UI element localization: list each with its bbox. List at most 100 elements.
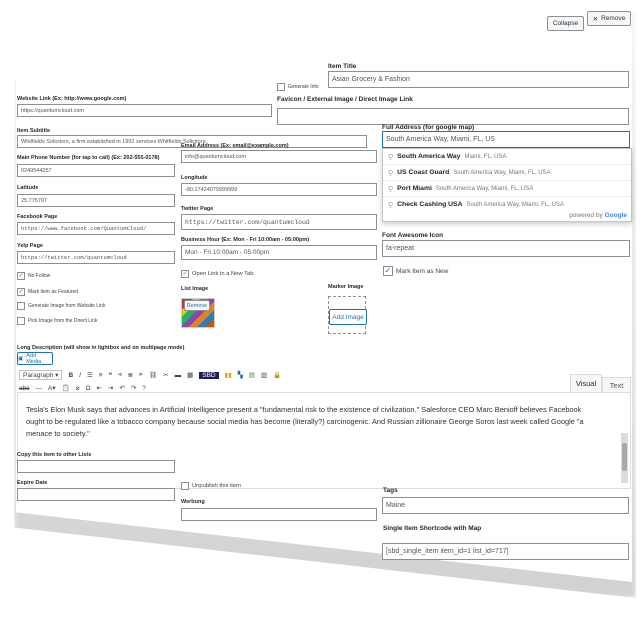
no-follow-label: No Follow xyxy=(28,273,51,279)
long-description-label: Long Description (will show in lightbox … xyxy=(17,345,185,351)
yelp-input[interactable]: https://twitter.com/quantumcloud xyxy=(17,251,175,264)
werbung-input[interactable] xyxy=(181,508,377,521)
website-link-input[interactable]: https://quantumcloud.com xyxy=(17,104,272,117)
main-phone-input[interactable]: 0249544257 xyxy=(17,164,175,177)
more-tag-icon[interactable]: ▬ xyxy=(175,372,182,379)
autocomplete-item[interactable]: ⚲ South America Way Miami, FL, USA xyxy=(383,149,631,165)
email-input[interactable]: info@quantumcloud.com xyxy=(181,150,377,163)
full-address-label: Full Address (for google map) xyxy=(382,124,475,131)
indent-icon[interactable]: ⇥ xyxy=(108,384,113,392)
twitter-input[interactable]: https://twitter.com/quantumcloud xyxy=(181,214,377,230)
bold-icon[interactable]: B xyxy=(68,372,73,379)
media-icon: ▣ xyxy=(18,355,24,362)
check-icon: ✓ xyxy=(17,272,25,280)
favicon-input[interactable] xyxy=(277,108,629,125)
address-autocomplete-dropdown: ⚲ South America Way Miami, FL, USA ⚲ US … xyxy=(382,148,632,222)
close-icon: ✕ xyxy=(592,15,599,23)
main-phone-label: Main Phone Number (for tap to call) (Ex:… xyxy=(17,155,160,161)
remove-button[interactable]: ✕ Remove xyxy=(587,11,631,26)
editor-scrollbar[interactable] xyxy=(621,433,628,483)
undo-icon[interactable]: ↶ xyxy=(119,384,124,392)
add-media-button[interactable]: ▣ Add Media xyxy=(17,352,53,365)
gen-from-website-checkbox[interactable]: Generate Image from Website Link xyxy=(17,302,105,310)
outdent-icon[interactable]: ⇤ xyxy=(96,384,101,392)
scrollbar-thumb[interactable] xyxy=(622,443,627,471)
business-hour-input[interactable]: Mon - Fri 10:00am - 05:00pm xyxy=(181,245,377,260)
checkbox-box xyxy=(17,302,25,310)
strikethrough-icon[interactable]: abc xyxy=(19,385,29,392)
table-icon[interactable]: ▥ xyxy=(261,371,267,379)
expire-date-input[interactable] xyxy=(17,488,175,501)
map-pin-icon: ⚲ xyxy=(388,153,394,161)
tags-label: Tags xyxy=(383,487,398,494)
link-icon[interactable]: ⛓ xyxy=(149,371,157,379)
powered-by-google: powered by Google xyxy=(569,212,627,219)
copy-lists-input[interactable] xyxy=(17,460,175,473)
website-link-label: Website Link (Ex: http://www.google.com) xyxy=(17,96,127,102)
italic-icon[interactable]: I xyxy=(79,372,81,379)
item-title-input[interactable]: Asian Grocery & Fashion xyxy=(328,71,629,88)
shortcode-input[interactable]: [sbd_single_item item_id=1 list_id=717] xyxy=(382,543,629,560)
shortcode-icon[interactable]: SBD xyxy=(199,371,219,379)
lock-icon[interactable]: 🔒 xyxy=(273,371,281,379)
mark-new-checkbox[interactable]: ✓ Mark Item as New xyxy=(383,266,448,276)
collapse-button[interactable]: Collapse xyxy=(547,16,584,31)
layers-icon[interactable]: ▤ xyxy=(249,371,255,379)
add-image-button[interactable]: Add Image xyxy=(329,309,367,325)
list-image-remove-button[interactable]: Remove xyxy=(184,300,210,311)
editor-toolbar-row-1: Paragraph ▾ B I ☰ ≡ ❝ ⫷ ≣ ⫸ ⛓ ✂ ▬ ▦ SBD … xyxy=(19,370,281,380)
full-address-input[interactable]: South America Way, Miami, FL, US xyxy=(382,131,630,148)
mark-featured-checkbox[interactable]: ✓ Mark item as Featured xyxy=(17,288,78,296)
text-color-icon[interactable]: A▾ xyxy=(48,384,56,392)
no-follow-checkbox[interactable]: ✓ No Follow xyxy=(17,272,50,280)
open-new-tab-checkbox[interactable]: ✓ Open Link in a New Tab xyxy=(181,270,253,278)
align-right-icon[interactable]: ⫸ xyxy=(139,371,143,379)
yelp-label: Yelp Page xyxy=(17,243,43,249)
paragraph-format-select[interactable]: Paragraph ▾ xyxy=(19,370,63,380)
font-awesome-input[interactable]: fa-repeat xyxy=(382,240,630,257)
facebook-input[interactable]: https://www.facebook.com/QuantumCloud/ xyxy=(17,222,175,235)
align-center-icon[interactable]: ≣ xyxy=(128,371,133,379)
tab-visual[interactable]: Visual xyxy=(570,374,602,392)
chart-icon[interactable]: ▮▮ xyxy=(225,371,232,379)
mark-new-label: Mark Item as New xyxy=(396,267,449,275)
autocomplete-item[interactable]: ⚲ Check Cashing USA South America Way, M… xyxy=(383,197,631,212)
copy-lists-label: Copy this item to other Lists xyxy=(17,452,92,458)
hr-icon[interactable]: — xyxy=(35,385,42,392)
toolbar-toggle-icon[interactable]: ▦ xyxy=(187,371,193,379)
tags-input[interactable]: Maine xyxy=(382,497,629,514)
autocomplete-item[interactable]: ⚲ Port Miami South America Way, Miami, F… xyxy=(383,181,631,197)
paste-text-icon[interactable]: 📋 xyxy=(62,384,70,392)
redo-icon[interactable]: ↷ xyxy=(131,384,136,392)
tab-text[interactable]: Text xyxy=(602,377,631,393)
pick-direct-checkbox[interactable]: Pick Image from the Direct Link xyxy=(17,317,97,325)
twitter-label: Twitter Page xyxy=(181,206,214,212)
help-icon[interactable]: ? xyxy=(142,385,146,392)
blockquote-icon[interactable]: ❝ xyxy=(109,371,113,379)
expire-date-label: Expire Date xyxy=(17,480,48,486)
latitude-label: Latitude xyxy=(17,185,39,191)
checkbox-box xyxy=(17,317,25,325)
unlink-icon[interactable]: ✂ xyxy=(163,371,168,379)
favicon-label: Favicon / External Image / Direct Image … xyxy=(277,96,413,103)
checkbox-box xyxy=(277,83,285,91)
clear-format-icon[interactable]: ⌀ xyxy=(76,384,80,392)
grid-icon[interactable]: ▚ xyxy=(238,371,243,379)
check-icon: ✓ xyxy=(383,266,393,276)
autocomplete-item[interactable]: ⚲ US Coast Guard South America Way, Miam… xyxy=(383,165,631,181)
bullet-list-icon[interactable]: ☰ xyxy=(87,371,93,379)
map-pin-icon: ⚲ xyxy=(388,185,394,193)
numbered-list-icon[interactable]: ≡ xyxy=(99,372,103,379)
align-left-icon[interactable]: ⫷ xyxy=(118,371,122,379)
generate-info-checkbox[interactable]: Generate Info xyxy=(277,83,319,91)
unpublish-checkbox[interactable]: Unpublish this item xyxy=(181,482,241,490)
longitude-input[interactable]: -80.17424079999999 xyxy=(181,183,377,196)
business-hour-label: Business Hour (Ex: Mon - Fri 10:00am - 0… xyxy=(181,237,310,243)
item-title-label: Item Title xyxy=(328,63,357,70)
list-image-label: List Image xyxy=(181,286,209,292)
pick-direct-label: Pick Image from the Direct Link xyxy=(28,318,98,324)
check-icon: ✓ xyxy=(181,270,189,278)
email-label: Email Address (Ex: email@example.com) xyxy=(181,143,289,149)
latitude-input[interactable]: 25.775797 xyxy=(17,194,175,207)
special-char-icon[interactable]: Ω xyxy=(86,385,91,392)
